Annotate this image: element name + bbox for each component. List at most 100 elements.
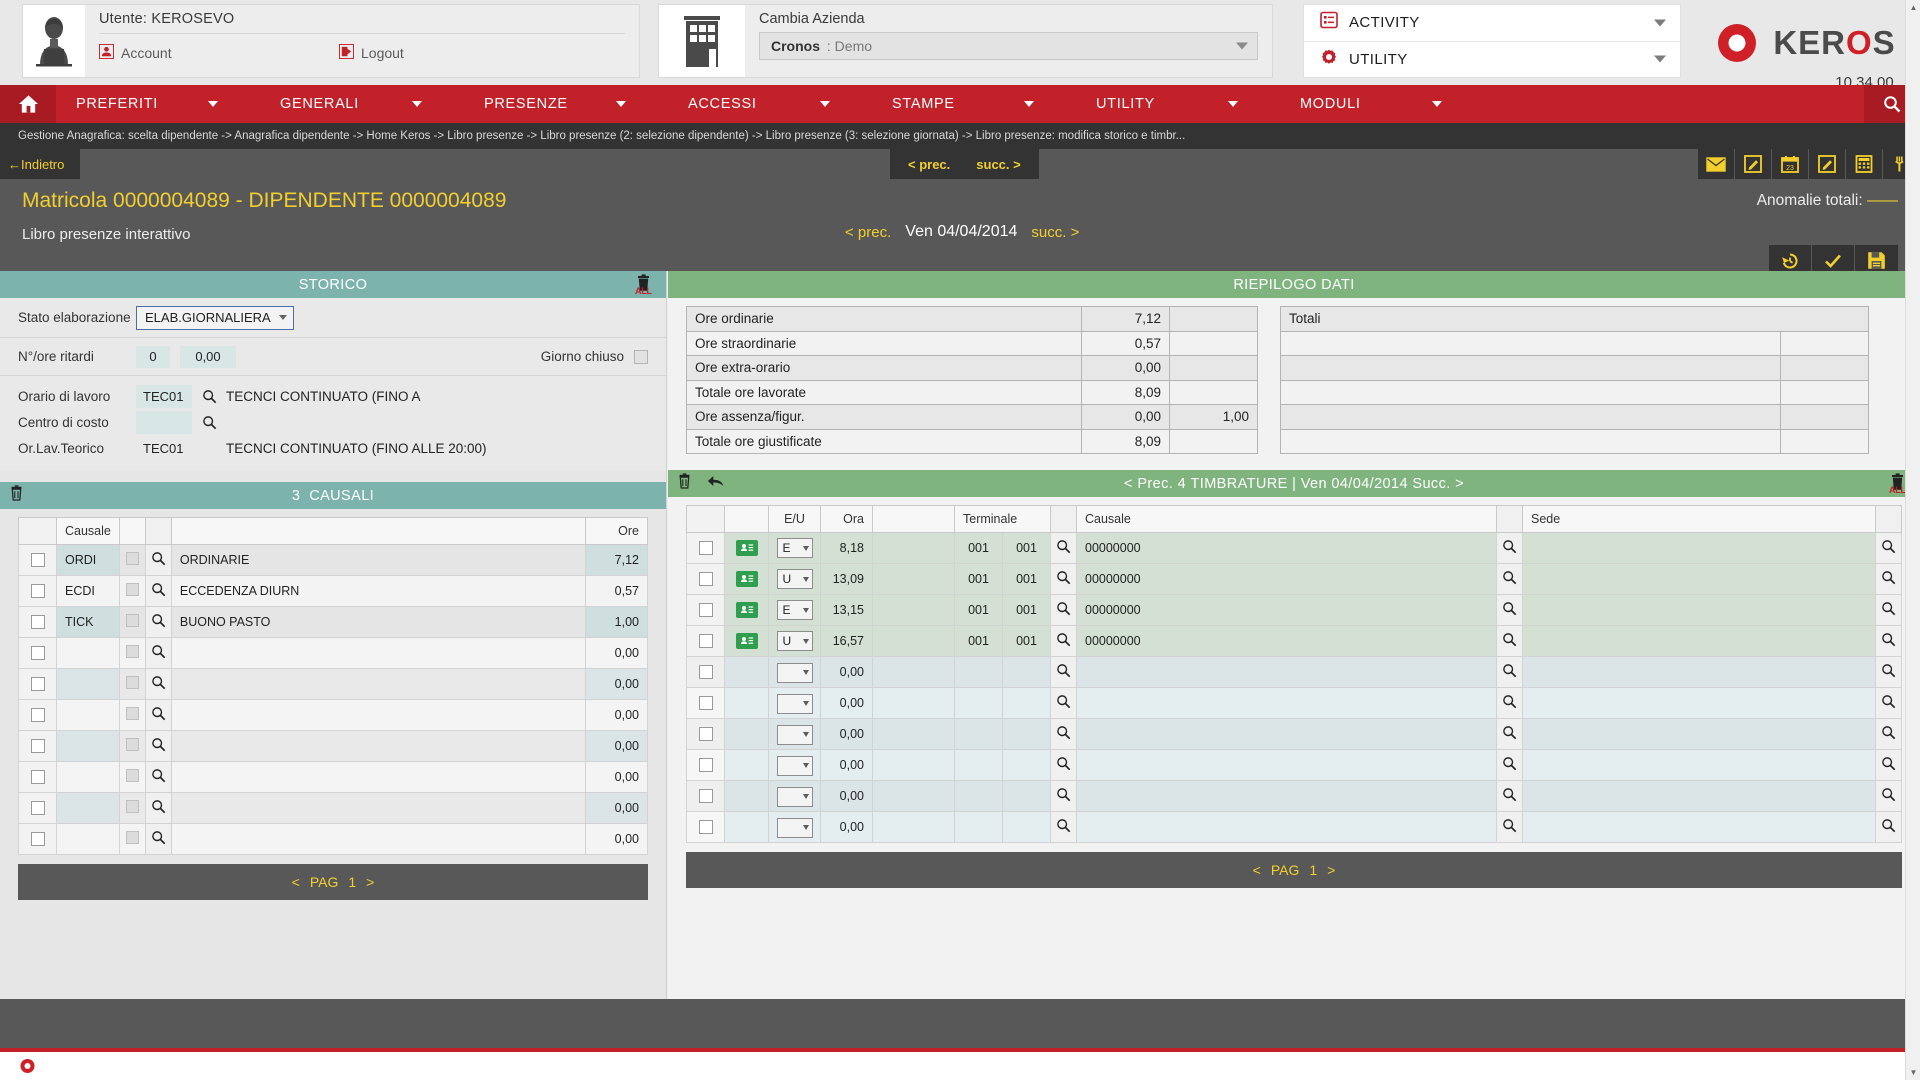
timbrature-row-sede[interactable]	[1522, 563, 1876, 595]
timbrature-row-causale-search-icon[interactable]	[1050, 594, 1077, 626]
timbrature-row-causale[interactable]: 00000000	[1076, 594, 1497, 626]
timbrature-row-terminal1[interactable]	[954, 718, 1003, 750]
nav-item-accessi[interactable]: ACCESSI	[668, 85, 872, 123]
causali-row-ore[interactable]: 0,00	[585, 637, 648, 669]
timbrature-row-ora[interactable]: 13,09	[820, 563, 873, 595]
timbrature-row-terminal1[interactable]: 001	[954, 563, 1003, 595]
home-button[interactable]	[0, 85, 56, 123]
edit-note-icon[interactable]	[1735, 149, 1772, 179]
timbrature-row-sede-search-icon-left[interactable]	[1496, 718, 1523, 750]
causali-trash-icon[interactable]	[8, 485, 25, 506]
timbrature-row-causale-search-icon[interactable]	[1050, 687, 1077, 719]
timbrature-row-ora[interactable]: 0,00	[820, 780, 873, 812]
centro-costo-search-icon[interactable]	[192, 415, 226, 430]
timbrature-row-sede-search-icon-left[interactable]	[1496, 811, 1523, 843]
causali-pager[interactable]: < PAG 1 >	[18, 864, 648, 900]
timbrature-row-eu-select[interactable]: E	[776, 538, 813, 558]
timbrature-trash-icon[interactable]	[676, 473, 693, 494]
timbrature-row-sede[interactable]	[1522, 594, 1876, 626]
timbrature-row-checkbox[interactable]	[698, 634, 713, 649]
timbrature-row-checkbox[interactable]	[698, 603, 713, 618]
undo-arrow-icon[interactable]	[707, 474, 725, 493]
nav-item-moduli[interactable]: MODULI	[1280, 85, 1484, 123]
timbrature-row-sede-search-icon-right[interactable]	[1875, 780, 1902, 812]
causali-row-checkbox[interactable]	[30, 553, 45, 568]
timbrature-pager-prev[interactable]: <	[1253, 862, 1261, 878]
timbrature-row-ora[interactable]: 0,00	[820, 718, 873, 750]
causali-row-search-icon[interactable]	[144, 730, 172, 762]
calendar-icon[interactable]: 23	[1772, 149, 1809, 179]
timbrature-row-causale-search-icon[interactable]	[1050, 532, 1077, 564]
timbrature-row-terminal1[interactable]	[954, 811, 1003, 843]
timbrature-row-sede[interactable]	[1522, 811, 1876, 843]
timbrature-row-causale[interactable]	[1076, 656, 1497, 688]
timbrature-pager-next[interactable]: >	[1327, 862, 1335, 878]
causali-row-flag[interactable]	[125, 769, 139, 782]
timbrature-row-terminal2[interactable]: 001	[1002, 625, 1051, 657]
timbrature-row-sede-search-icon-left[interactable]	[1496, 656, 1523, 688]
timbrature-row-sede-search-icon-right[interactable]	[1875, 563, 1902, 595]
timbrature-row-terminal2[interactable]	[1002, 780, 1051, 812]
company-select[interactable]: Cronos : Demo	[759, 32, 1258, 60]
timbrature-row-causale[interactable]: 00000000	[1076, 563, 1497, 595]
scroll-down-icon[interactable]: ▼	[1906, 1065, 1920, 1080]
timbrature-row-terminal1[interactable]	[954, 687, 1003, 719]
causali-row-search-icon[interactable]	[144, 637, 172, 669]
causali-row-flag[interactable]	[125, 831, 139, 844]
timbrature-row-sede[interactable]	[1522, 718, 1876, 750]
prev-record-button[interactable]: < prec.	[908, 157, 950, 172]
causali-row-flag[interactable]	[125, 676, 139, 689]
timbrature-row-ora[interactable]: 0,00	[820, 811, 873, 843]
next-record-button[interactable]: succ. >	[976, 157, 1020, 172]
timbrature-row-sede[interactable]	[1522, 656, 1876, 688]
causali-row-search-icon[interactable]	[144, 606, 172, 638]
causali-row-checkbox[interactable]	[30, 677, 45, 692]
timbrature-row-sede[interactable]	[1522, 687, 1876, 719]
causali-row-code[interactable]	[56, 668, 120, 700]
timbrature-row-terminal2[interactable]	[1002, 718, 1051, 750]
giorno-chiuso-checkbox[interactable]	[634, 349, 648, 364]
timbrature-pager[interactable]: < PAG 1 >	[686, 852, 1902, 888]
timbrature-row-sede[interactable]	[1522, 749, 1876, 781]
causali-row-code[interactable]	[56, 637, 120, 669]
scroll-up-icon[interactable]: ▲	[1906, 0, 1920, 15]
causali-row-code[interactable]	[56, 699, 120, 731]
timbrature-row-terminal1[interactable]: 001	[954, 594, 1003, 626]
timbrature-row-sede-search-icon-left[interactable]	[1496, 532, 1523, 564]
timbrature-row-terminal2[interactable]	[1002, 811, 1051, 843]
causali-row-flag[interactable]	[125, 738, 139, 751]
timbrature-row-eu-select[interactable]	[776, 662, 813, 683]
centro-costo-code[interactable]	[136, 410, 192, 434]
timbrature-row-causale[interactable]	[1076, 718, 1497, 750]
causali-row-search-icon[interactable]	[144, 544, 172, 576]
timbrature-row-checkbox[interactable]	[698, 727, 713, 742]
timbrature-row-sede-search-icon-right[interactable]	[1875, 532, 1902, 564]
causali-row-search-icon[interactable]	[144, 823, 172, 855]
causali-row-ore[interactable]: 7,12	[585, 544, 648, 576]
timbrature-row-causale-search-icon[interactable]	[1050, 749, 1077, 781]
causali-row-code[interactable]	[56, 823, 120, 855]
causali-row-search-icon[interactable]	[144, 761, 172, 793]
nav-item-stampe[interactable]: STAMPE	[872, 85, 1076, 123]
causali-row-checkbox[interactable]	[30, 708, 45, 723]
calculator-icon[interactable]	[1846, 149, 1883, 179]
causali-row-checkbox[interactable]	[30, 584, 45, 599]
causali-row-flag[interactable]	[125, 552, 139, 565]
timbrature-row-causale-search-icon[interactable]	[1050, 811, 1077, 843]
causali-row-code[interactable]: TICK	[56, 606, 120, 638]
menu-activity[interactable]: ACTIVITY	[1304, 5, 1680, 41]
mail-icon[interactable]	[1698, 149, 1735, 179]
causali-pager-prev[interactable]: <	[292, 874, 300, 890]
timbrature-row-causale[interactable]	[1076, 749, 1497, 781]
timbrature-row-terminal2[interactable]: 001	[1002, 594, 1051, 626]
timbrature-row-checkbox[interactable]	[698, 820, 713, 835]
timbrature-next-button[interactable]: Succ. >	[1412, 476, 1464, 492]
timbrature-row-ora[interactable]: 0,00	[820, 656, 873, 688]
timbrature-row-causale-search-icon[interactable]	[1050, 656, 1077, 688]
day-prev-button[interactable]: < prec.	[845, 224, 891, 241]
causali-row-ore[interactable]: 0,00	[585, 699, 648, 731]
orario-lavoro-search-icon[interactable]	[192, 389, 226, 404]
timbrature-row-sede-search-icon-right[interactable]	[1875, 594, 1902, 626]
day-next-button[interactable]: succ. >	[1031, 224, 1079, 241]
timbrature-row-checkbox[interactable]	[698, 665, 713, 680]
